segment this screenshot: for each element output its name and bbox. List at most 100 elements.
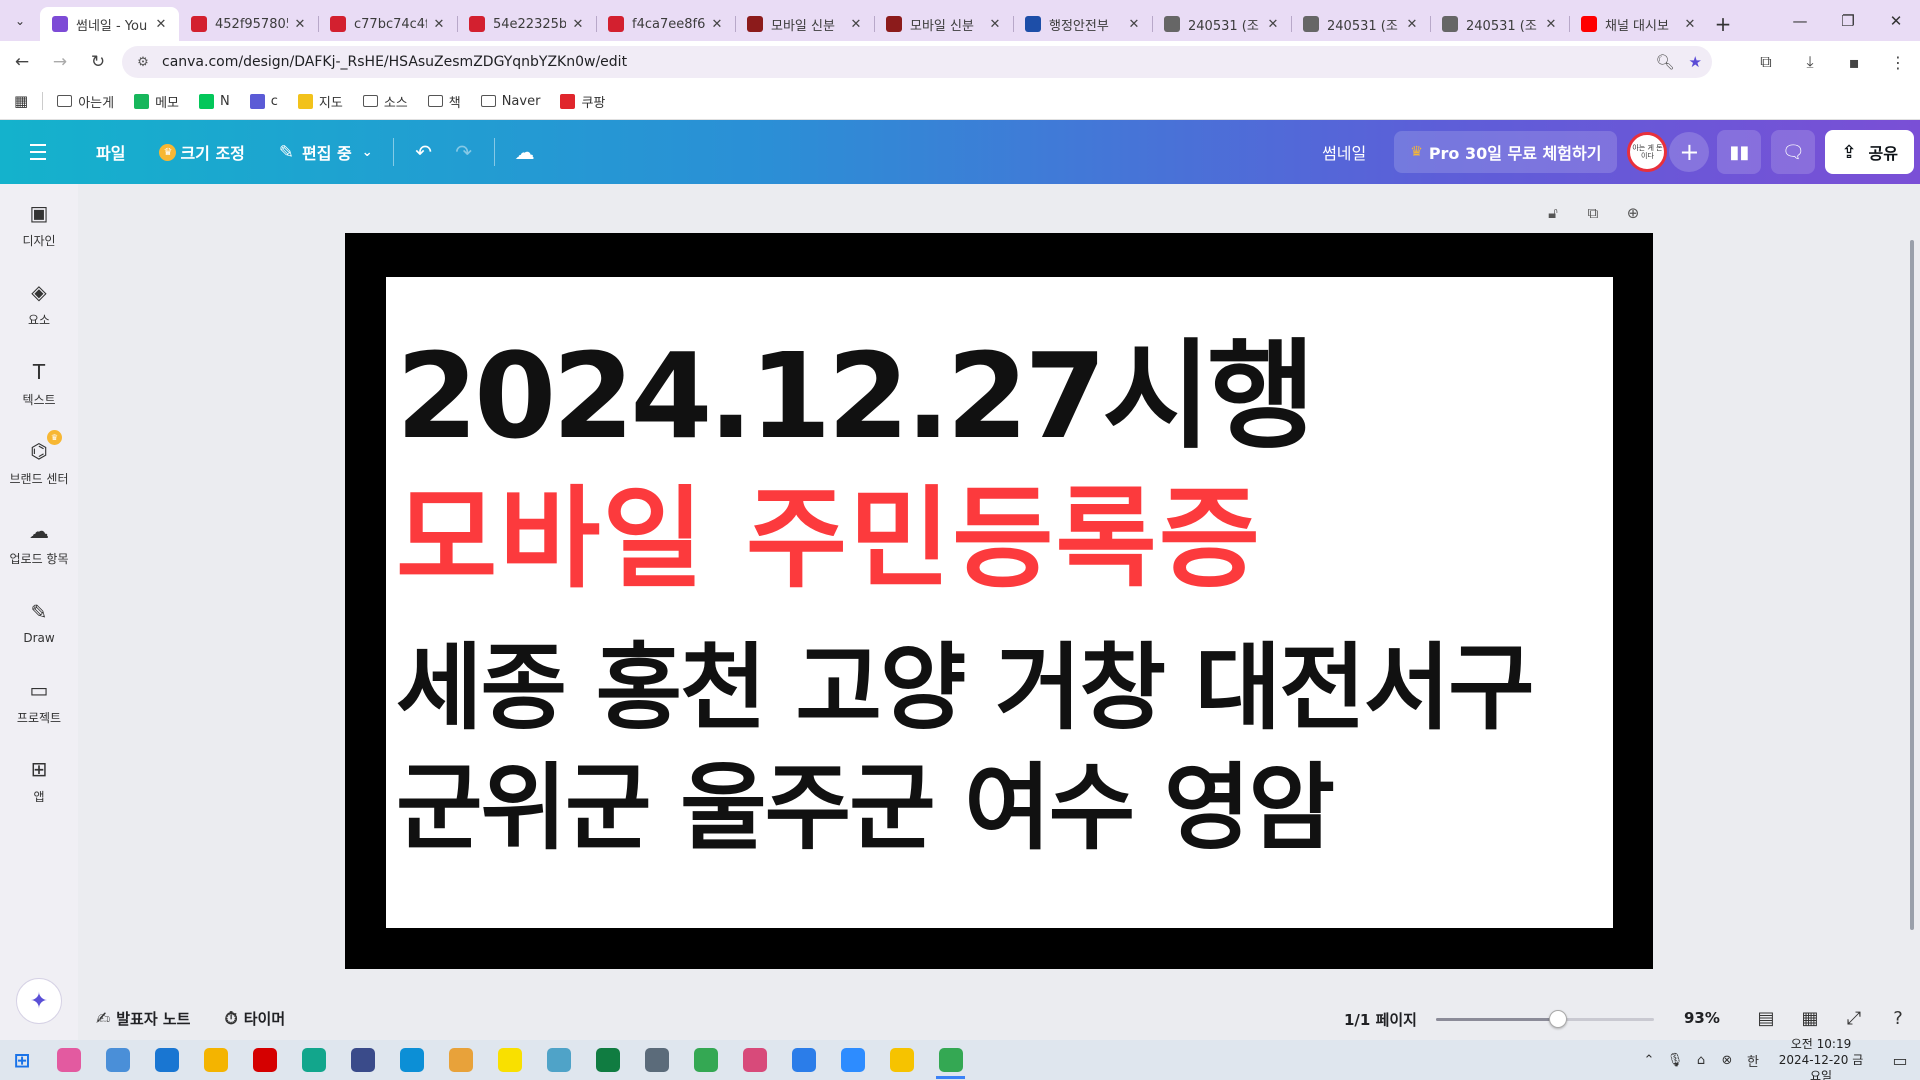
browser-tab[interactable]: 썸네일 - You ✕ [40,7,179,41]
browser-tab[interactable]: c77bc74c4ff ✕ [318,7,457,41]
back-icon[interactable]: ← [6,46,38,78]
taskbar-app[interactable] [436,1040,485,1080]
extensions-icon[interactable]: ⧉ [1744,41,1788,83]
cloud-saved-icon[interactable]: ☁ [505,132,545,172]
fullscreen-icon[interactable]: ⤢ [1832,997,1876,1040]
ime-indicator[interactable]: 한 [1740,1040,1766,1080]
taskbar-app[interactable]: ⊞ [0,1040,44,1080]
taskbar-app[interactable] [142,1040,191,1080]
taskbar-app[interactable] [93,1040,142,1080]
tab-close-icon[interactable]: ✕ [1265,17,1281,32]
file-menu[interactable]: 파일 [86,132,135,172]
close-window-icon[interactable]: ✕ [1872,0,1920,41]
reload-icon[interactable]: ↻ [82,46,114,78]
tab-close-icon[interactable]: ✕ [1404,17,1420,32]
apps-grid-icon[interactable]: ▦ [14,92,28,110]
new-tab-button[interactable]: + [1708,7,1738,41]
tab-close-icon[interactable]: ✕ [1126,17,1142,32]
taskbar-app[interactable] [338,1040,387,1080]
restore-icon[interactable]: ❐ [1824,0,1872,41]
magic-sparkle-icon[interactable]: ✦ [16,978,62,1024]
add-page-icon[interactable]: ⊕ [1620,201,1646,225]
add-collaborator-button[interactable]: + [1669,132,1710,172]
sidebar-item-upload[interactable]: ☁ 업로드 항목 [0,510,78,574]
bookmark-item[interactable]: N [199,93,230,109]
taskbar-app[interactable] [926,1040,975,1080]
insights-chart-icon[interactable]: ▮▮ [1717,130,1762,174]
bookmark-item[interactable]: 쿠팡 [560,92,605,111]
zoom-slider[interactable] [1436,1010,1654,1028]
tab-close-icon[interactable]: ✕ [431,17,447,32]
resize-button[interactable]: ♛ 크기 조정 [149,132,254,172]
tab-close-icon[interactable]: ✕ [1543,17,1559,32]
tab-close-icon[interactable]: ✕ [1682,17,1698,32]
bookmark-item[interactable]: Naver [480,94,540,109]
browser-tab[interactable]: 452f957805 ✕ [179,7,318,41]
tab-close-icon[interactable]: ✕ [987,17,1003,32]
site-info-icon[interactable]: ⚙ [128,47,158,77]
bookmark-item[interactable]: 아는게 [57,92,114,111]
tab-close-icon[interactable]: ✕ [153,17,169,32]
notification-icon[interactable]: ▭ [1880,1040,1920,1080]
taskbar-app[interactable] [44,1040,93,1080]
browser-tab[interactable]: 240531 (조 ✕ [1152,7,1291,41]
browser-tab[interactable]: 240531 (조 ✕ [1291,7,1430,41]
taskbar-app[interactable] [681,1040,730,1080]
system-clock[interactable]: 오전 10:19 2024-12-20 금요일 [1776,1036,1866,1080]
browser-tab[interactable]: 모바일 신분 ✕ [874,7,1013,41]
taskbar-app[interactable] [632,1040,681,1080]
lock-icon[interactable]: 🔓︎ [1540,201,1566,225]
editing-mode-button[interactable]: ✎ 편집 중 ⌄ [269,132,383,172]
sidebar-item-brand[interactable]: ⌬ ♛ 브랜드 센터 [0,430,78,495]
browser-tab[interactable]: 모바일 신분 ✕ [735,7,874,41]
taskbar-app[interactable] [730,1040,779,1080]
thumbnail-view-icon[interactable]: ▦ [1788,997,1832,1040]
browser-tab[interactable]: 채널 대시보 ✕ [1569,7,1708,41]
zoom-lens-icon[interactable]: 🔍︎ [1656,53,1675,71]
headline-regions-1[interactable]: 세종 홍천 고양 거창 대전서구 [396,642,1535,736]
network-icon[interactable]: ⌂ [1688,1040,1714,1080]
url-text[interactable]: canva.com/design/DAFKj-_RsHE/HSAsuZesmZD… [162,54,627,70]
tab-close-icon[interactable]: ✕ [709,17,725,32]
timer-button[interactable]: ⏱ 타이머 [224,1008,285,1029]
sidebar-item-text[interactable]: T 텍스트 [0,351,78,415]
redo-icon[interactable]: ↷ [444,132,484,172]
forward-icon[interactable]: → [44,46,76,78]
taskbar-app[interactable] [877,1040,926,1080]
page-indicator[interactable]: 1/1 페이지 [1344,1009,1417,1030]
sidebar-item-draw[interactable]: ✎ Draw [0,590,78,654]
design-title[interactable]: 썸네일 [1322,140,1366,164]
browser-tab[interactable]: 54e22325b0 ✕ [457,7,596,41]
taskbar-app[interactable] [191,1040,240,1080]
sidebar-item-elements[interactable]: ◈ 요소 [0,272,78,336]
browser-tab[interactable]: 행정안전부 ✕ [1013,7,1152,41]
taskbar-app[interactable] [828,1040,877,1080]
sidebar-item-design[interactable]: ▣ 디자인 [0,192,78,256]
bookmark-item[interactable]: 책 [427,92,461,111]
profile-icon[interactable]: ▪ [1832,41,1876,83]
bookmark-star-icon[interactable]: ★ [1689,53,1702,71]
taskbar-app[interactable] [779,1040,828,1080]
bookmark-item[interactable]: 메모 [134,92,179,111]
taskbar-app[interactable] [289,1040,338,1080]
taskbar-app[interactable] [583,1040,632,1080]
headline-regions-2[interactable]: 군위군 울주군 여수 영암 [396,762,1335,856]
zoom-level[interactable]: 93% [1684,1009,1720,1027]
help-icon[interactable]: ? [1876,997,1920,1040]
download-icon[interactable]: ⤓ [1788,41,1832,83]
taskbar-app[interactable] [240,1040,289,1080]
workspace-scrollbar[interactable] [1910,240,1914,930]
volume-muted-icon[interactable]: ⊗ [1714,1040,1740,1080]
grid-view-icon[interactable]: ▤ [1744,997,1788,1040]
avatar[interactable]: 아는 게 돈이다 [1627,132,1668,172]
headline-date[interactable]: 2024.12.27시행 [396,337,1316,455]
microphone-icon[interactable]: 🎙︎ [1662,1040,1688,1080]
tray-overflow-chevron-icon[interactable]: ⌃ [1636,1040,1662,1080]
undo-icon[interactable]: ↶ [404,132,444,172]
taskbar-app[interactable] [534,1040,583,1080]
share-button[interactable]: ⇪ 공유 [1825,130,1914,174]
browser-menu-icon[interactable]: ⋮ [1876,41,1920,83]
taskbar-app[interactable] [387,1040,436,1080]
zoom-slider-handle[interactable] [1549,1010,1568,1028]
tab-close-icon[interactable]: ✕ [848,17,864,32]
